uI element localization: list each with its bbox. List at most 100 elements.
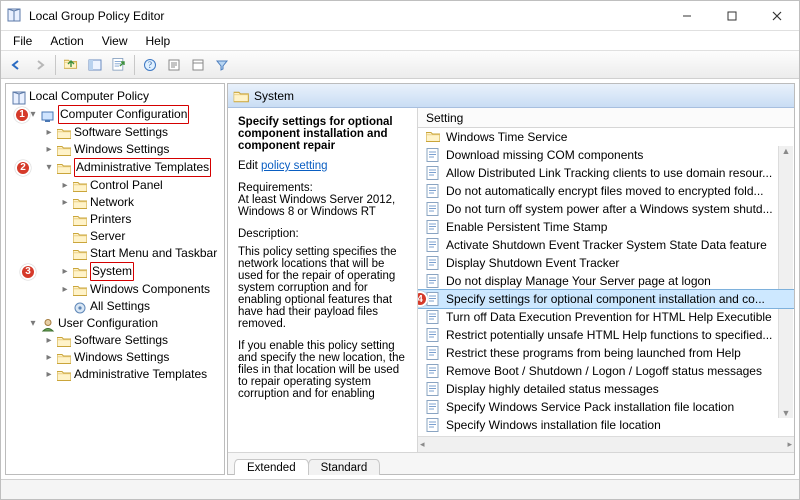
setting-row[interactable]: Specify settings for optional component … [418, 290, 794, 308]
chevron-right-icon[interactable]: ▸ [44, 332, 54, 349]
setting-label: Enable Persistent Time Stamp [446, 220, 607, 234]
folder-icon [73, 248, 87, 260]
description-text-2: If you enable this policy setting and sp… [238, 340, 407, 400]
setting-row[interactable]: Restrict potentially unsafe HTML Help fu… [418, 326, 794, 344]
setting-label: Turn off Data Execution Prevention for H… [446, 310, 772, 324]
tree-at-system[interactable]: 3 ▸ System [58, 262, 222, 281]
setting-label: Do not display Manage Your Server page a… [446, 274, 711, 288]
label: Software Settings [74, 332, 168, 349]
label: System [90, 262, 134, 281]
label: User Configuration [58, 315, 158, 332]
policy-icon [426, 274, 440, 288]
window-title: Local Group Policy Editor [29, 9, 664, 23]
policy-icon [426, 220, 440, 234]
setting-row[interactable]: Remove Boot / Shutdown / Logon / Logoff … [418, 362, 794, 380]
chevron-down-icon[interactable]: ▾ [44, 159, 54, 176]
setting-row[interactable]: Activate Shutdown Event Tracker System S… [418, 236, 794, 254]
setting-row[interactable]: Windows Time Service [418, 128, 794, 146]
tree-computer-configuration[interactable]: 1 ▾ Computer Configuration [26, 105, 222, 124]
setting-row[interactable]: Turn off Data Execution Prevention for H… [418, 308, 794, 326]
properties-button[interactable] [163, 54, 185, 76]
close-button[interactable] [754, 1, 799, 30]
tab-standard[interactable]: Standard [308, 459, 381, 475]
chevron-right-icon[interactable]: ▸ [44, 349, 54, 366]
setting-row[interactable]: Display Shutdown Event Tracker [418, 254, 794, 272]
tree-at-start-menu[interactable]: Start Menu and Taskbar [58, 245, 222, 262]
minimize-button[interactable] [664, 1, 709, 30]
tree-at-printers[interactable]: Printers [58, 211, 222, 228]
folder-icon [73, 284, 87, 296]
label: Administrative Templates [74, 158, 211, 177]
menu-action[interactable]: Action [48, 32, 85, 50]
chevron-right-icon[interactable]: ▸ [60, 194, 70, 211]
tree-pane[interactable]: Local Computer Policy 1 ▾ Computer Confi… [5, 83, 225, 475]
setting-row[interactable]: Specify Windows installation file locati… [418, 416, 794, 434]
setting-row[interactable]: Restrict these programs from being launc… [418, 344, 794, 362]
callout-2: 2 [15, 160, 31, 176]
chevron-right-icon[interactable]: ▸ [60, 263, 70, 280]
tab-extended[interactable]: Extended [234, 459, 309, 475]
setting-row[interactable]: Do not turn off system power after a Win… [418, 200, 794, 218]
policy-icon [426, 256, 440, 270]
back-button[interactable] [5, 54, 27, 76]
setting-row[interactable]: Do not automatically encrypt files moved… [418, 182, 794, 200]
filter-button[interactable] [211, 54, 233, 76]
menu-view[interactable]: View [100, 32, 130, 50]
tree-cc-windows-settings[interactable]: ▸Windows Settings [42, 141, 222, 158]
tree-user-configuration[interactable]: ▾ User Configuration [26, 315, 222, 332]
filter-options-button[interactable] [187, 54, 209, 76]
tree-at-control-panel[interactable]: ▸Control Panel [58, 177, 222, 194]
policy-icon [426, 328, 440, 342]
column-header-setting[interactable]: Setting [418, 108, 794, 128]
setting-row[interactable]: Display highly detailed status messages [418, 380, 794, 398]
tree-root[interactable]: Local Computer Policy [10, 88, 222, 105]
details-pane: System Specify settings for optional com… [227, 83, 795, 475]
edit-policy-link[interactable]: policy setting [261, 160, 327, 172]
setting-row[interactable]: Download missing COM components [418, 146, 794, 164]
maximize-button[interactable] [709, 1, 754, 30]
setting-row[interactable]: Allow Distributed Link Tracking clients … [418, 164, 794, 182]
tree-at-server[interactable]: Server [58, 228, 222, 245]
pc-icon [41, 109, 55, 121]
export-button[interactable] [108, 54, 130, 76]
chevron-right-icon[interactable]: ▸ [44, 366, 54, 383]
folder-icon [57, 352, 71, 364]
horizontal-scrollbar[interactable]: ◂▸ [418, 436, 794, 452]
window-buttons [664, 1, 799, 30]
chevron-right-icon[interactable]: ▸ [44, 141, 54, 158]
statusbar [1, 479, 799, 499]
forward-button[interactable] [29, 54, 51, 76]
settings-list-wrap: Setting ▲▼ Windows Time ServiceDownload … [418, 108, 794, 452]
setting-row[interactable]: Enable Persistent Time Stamp [418, 218, 794, 236]
tree-at-windows-components[interactable]: ▸Windows Components [58, 281, 222, 298]
folder-icon [57, 335, 71, 347]
chevron-right-icon[interactable]: ▸ [60, 281, 70, 298]
tree-uc-windows-settings[interactable]: ▸ Windows Settings [42, 349, 222, 366]
help-button[interactable]: ? [139, 54, 161, 76]
menu-file[interactable]: File [11, 32, 34, 50]
folder-icon [57, 127, 71, 139]
tree-at-all-settings[interactable]: All Settings [58, 298, 222, 315]
menu-help[interactable]: Help [144, 32, 173, 50]
setting-label: Specify settings for optional component … [446, 292, 765, 306]
edit-link-row: Edit policy setting [238, 160, 407, 172]
label: Windows Settings [74, 349, 169, 366]
tree-cc-admin-templates[interactable]: 2 ▾ Administrative Templates [42, 158, 222, 177]
setting-row[interactable]: Specify Windows Service Pack installatio… [418, 398, 794, 416]
chevron-down-icon[interactable]: ▾ [28, 315, 38, 332]
label: All Settings [90, 298, 150, 315]
gpedit-window: Local Group Policy Editor File Action Vi… [0, 0, 800, 500]
up-button[interactable] [60, 54, 82, 76]
tree-uc-admin-templates[interactable]: ▸Administrative Templates [42, 366, 222, 383]
chevron-right-icon[interactable]: ▸ [44, 124, 54, 141]
tree-at-network[interactable]: ▸Network [58, 194, 222, 211]
tree-uc-software-settings[interactable]: ▸ Software Settings [42, 332, 222, 349]
policy-tree[interactable]: Local Computer Policy 1 ▾ Computer Confi… [8, 88, 222, 383]
settings-list[interactable]: ▲▼ Windows Time ServiceDownload missing … [418, 128, 794, 436]
chevron-right-icon[interactable]: ▸ [60, 177, 70, 194]
show-hide-tree-button[interactable] [84, 54, 106, 76]
folder-icon [234, 89, 249, 102]
setting-label: Restrict potentially unsafe HTML Help fu… [446, 328, 772, 342]
setting-row[interactable]: Do not display Manage Your Server page a… [418, 272, 794, 290]
tree-cc-software-settings[interactable]: ▸Software Settings [42, 124, 222, 141]
